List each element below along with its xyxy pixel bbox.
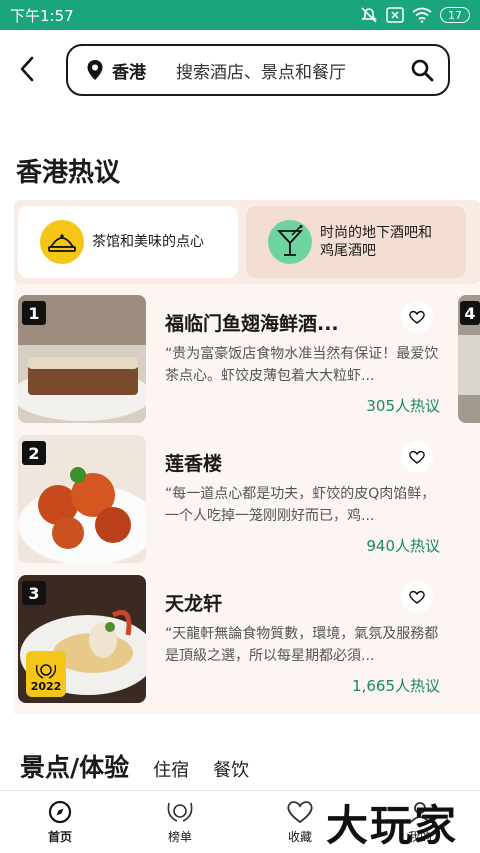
topic-cocktail-line2: 鸡尾酒吧 bbox=[320, 243, 376, 259]
restaurant-review: “每一道点心都是功夫，虾饺的皮Q肉馅鲜，一个人吃掉一笼刚刚好而已，鸡... bbox=[165, 486, 436, 524]
status-bar: 下午1:57 17 bbox=[0, 0, 480, 30]
restaurant-card-2[interactable]: 2 莲香楼 “每一道点心都是功夫，虾饺的皮Q肉馅鲜，一个人吃掉一笼刚刚好而已，鸡… bbox=[18, 435, 448, 563]
discussion-count: 940人热议 bbox=[366, 537, 440, 555]
search-header: 香港 搜索酒店、景点和餐厅 bbox=[0, 40, 480, 100]
rank-badge: 4 bbox=[460, 301, 480, 325]
search-icon[interactable] bbox=[410, 58, 434, 82]
tab-hotels[interactable]: 住宿 bbox=[153, 756, 189, 782]
restaurant-review: “天龍軒無論食物質數，環境，氣氛及服務都是頂級之選，所以每星期都必須... bbox=[165, 626, 439, 664]
rank-badge: 2 bbox=[22, 441, 46, 465]
sim-off-icon bbox=[386, 7, 404, 23]
battery-indicator: 17 bbox=[440, 7, 470, 23]
laurel-icon bbox=[35, 664, 57, 679]
dim-sum-icon bbox=[40, 220, 84, 264]
restaurant-name[interactable]: 福临门鱼翅海鲜酒... bbox=[165, 309, 345, 336]
status-icons: 17 bbox=[360, 6, 470, 24]
nav-rankings[interactable]: 榜单 bbox=[120, 791, 240, 853]
nav-rankings-label: 榜单 bbox=[167, 829, 192, 844]
cocktail-icon bbox=[268, 220, 312, 264]
battery-level: 17 bbox=[448, 8, 462, 22]
category-tabs: 景点/体验 住宿 餐饮 bbox=[20, 748, 249, 784]
award-year: 2022 bbox=[30, 680, 62, 693]
topic-cocktail-line1: 时尚的地下酒吧和 bbox=[320, 225, 432, 241]
nav-favorites-label: 收藏 bbox=[287, 829, 312, 844]
chevron-left-icon bbox=[20, 56, 34, 82]
topic-cocktail-label: 时尚的地下酒吧和 鸡尾酒吧 bbox=[320, 224, 432, 260]
topic-cocktail[interactable]: 时尚的地下酒吧和 鸡尾酒吧 bbox=[246, 206, 466, 278]
nav-home[interactable]: 首页 bbox=[0, 791, 120, 853]
tab-restaurants[interactable]: 餐饮 bbox=[213, 756, 249, 782]
heart-icon bbox=[409, 590, 425, 604]
mute-icon bbox=[361, 7, 377, 23]
favorite-button[interactable] bbox=[401, 581, 433, 613]
search-bar[interactable]: 香港 搜索酒店、景点和餐厅 bbox=[66, 44, 450, 96]
heart-icon bbox=[287, 800, 313, 823]
restaurant-photo[interactable]: 2 bbox=[18, 435, 146, 563]
rank-badge: 3 bbox=[22, 581, 46, 605]
discussion-count: 305人热议 bbox=[366, 397, 440, 415]
topic-selector: 茶馆和美味的点心 时尚的地下酒吧和 鸡尾酒吧 bbox=[14, 200, 480, 284]
section-title: 香港热议 bbox=[16, 158, 121, 188]
topic-dim-sum[interactable]: 茶馆和美味的点心 bbox=[18, 206, 238, 278]
tab-attractions[interactable]: 景点/体验 bbox=[20, 748, 129, 784]
rank-badge: 1 bbox=[22, 301, 46, 325]
nav-home-label: 首页 bbox=[47, 829, 72, 844]
restaurant-review: “贵为富豪饭店食物水准当然有保证！最爱饮茶点心。虾饺皮薄包着大大粒虾... bbox=[165, 346, 439, 384]
restaurant-name[interactable]: 天龙轩 bbox=[165, 589, 345, 616]
favorite-button[interactable] bbox=[401, 441, 433, 473]
restaurant-photo[interactable]: 1 bbox=[18, 295, 146, 423]
heart-icon bbox=[409, 310, 425, 324]
laurel-icon bbox=[167, 802, 193, 822]
restaurant-card-3[interactable]: 3 2022 天龙轩 “天龍軒無論食物質數，環境，氣氛及服務都是頂級之選，所以每… bbox=[18, 575, 448, 703]
wifi-icon bbox=[412, 7, 432, 23]
back-button[interactable] bbox=[14, 54, 40, 84]
location-pin-icon bbox=[87, 60, 103, 80]
heart-icon bbox=[409, 450, 425, 464]
discussion-count: 1,665人热议 bbox=[352, 677, 440, 695]
location-label[interactable]: 香港 bbox=[112, 58, 146, 83]
status-time: 下午1:57 bbox=[10, 6, 74, 25]
restaurant-name[interactable]: 莲香楼 bbox=[165, 449, 345, 476]
search-input[interactable]: 搜索酒店、景点和餐厅 bbox=[176, 58, 410, 83]
restaurant-photo[interactable]: 3 2022 bbox=[18, 575, 146, 703]
next-page-peek[interactable]: 4 bbox=[458, 295, 480, 423]
topic-dim-sum-label: 茶馆和美味的点心 bbox=[92, 234, 204, 250]
watermark: 大玩家 bbox=[326, 801, 459, 850]
restaurant-card-1[interactable]: 1 福临门鱼翅海鲜酒... “贵为富豪饭店食物水准当然有保证！最爱饮茶点心。虾饺… bbox=[18, 295, 448, 423]
favorite-button[interactable] bbox=[401, 301, 433, 333]
compass-icon bbox=[48, 800, 72, 823]
travelers-choice-badge: 2022 bbox=[26, 651, 66, 697]
